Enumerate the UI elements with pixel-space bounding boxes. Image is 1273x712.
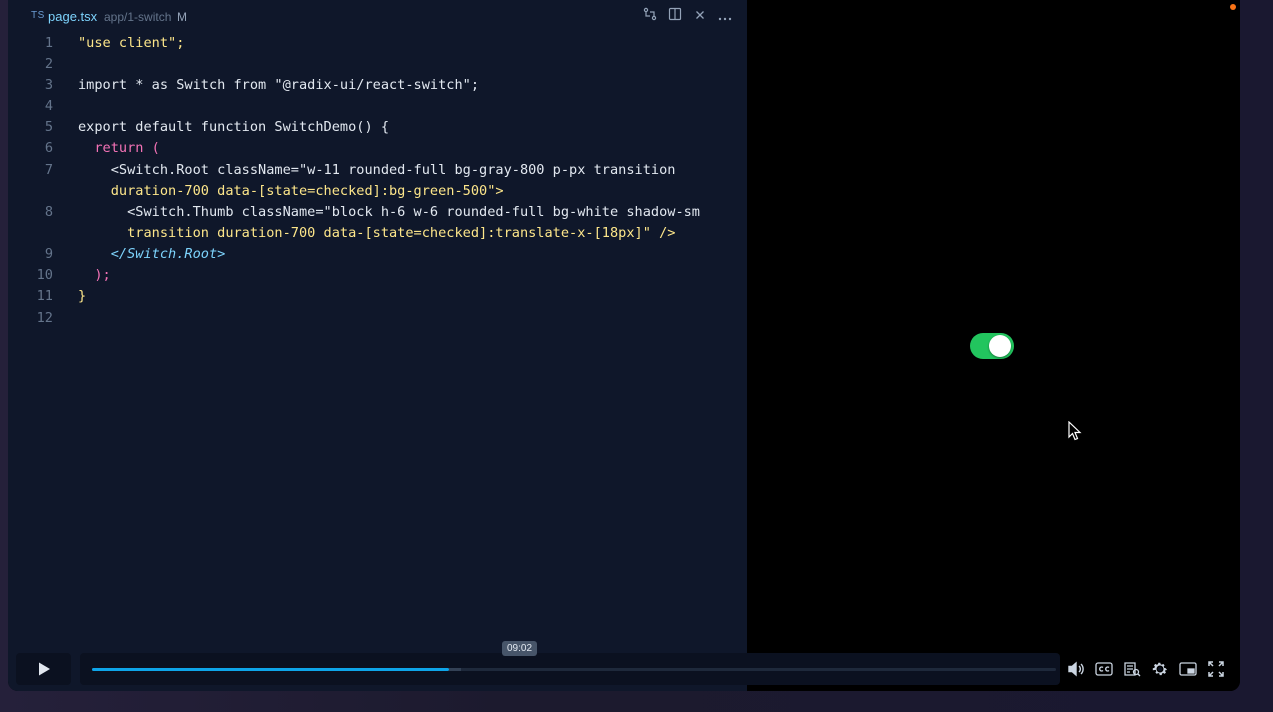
- tab-file-name[interactable]: page.tsx: [48, 9, 97, 24]
- code-line[interactable]: duration-700 data-[state=checked]:bg-gre…: [78, 183, 504, 199]
- notification-dot: [1230, 4, 1236, 10]
- line-number: 6: [44, 140, 53, 156]
- editor-tab-bar: TS page.tsx app/1-switch M: [8, 0, 747, 32]
- split-editor-icon[interactable]: [666, 7, 684, 25]
- code-editor: TS page.tsx app/1-switch M 1 2 3 4 5 6 7…: [8, 0, 747, 691]
- code-line[interactable]: return (: [78, 140, 159, 156]
- switch-thumb: [989, 335, 1011, 357]
- pip-icon[interactable]: [1177, 658, 1199, 680]
- close-icon[interactable]: [691, 7, 709, 25]
- video-controls: 09:02: [8, 641, 1240, 690]
- settings-icon[interactable]: [1149, 658, 1171, 680]
- code-line[interactable]: }: [78, 288, 86, 304]
- volume-icon[interactable]: [1065, 658, 1087, 680]
- line-number: 11: [36, 288, 53, 304]
- line-number: 5: [44, 119, 53, 135]
- captions-icon[interactable]: [1093, 658, 1115, 680]
- play-button[interactable]: [16, 653, 71, 685]
- line-number: 4: [44, 98, 53, 114]
- video-frame: TS page.tsx app/1-switch M 1 2 3 4 5 6 7…: [8, 0, 1240, 691]
- line-number: 10: [36, 267, 53, 283]
- played-range: [92, 668, 449, 671]
- line-number: 12: [36, 310, 53, 326]
- code-line[interactable]: import * as Switch from "@radix-ui/react…: [78, 77, 479, 93]
- tab-file-path: app/1-switch: [104, 10, 172, 24]
- line-number: 9: [44, 246, 53, 262]
- progress-bar[interactable]: 09:02: [80, 641, 1060, 685]
- transcript-icon[interactable]: [1121, 658, 1143, 680]
- fullscreen-icon[interactable]: [1205, 658, 1227, 680]
- line-number: 2: [44, 56, 53, 72]
- buffered-range: [448, 668, 461, 671]
- more-actions-icon[interactable]: [716, 7, 734, 25]
- play-icon: [38, 662, 50, 676]
- demo-switch[interactable]: [970, 333, 1014, 359]
- code-line[interactable]: <Switch.Root className="w-11 rounded-ful…: [78, 162, 676, 178]
- mouse-cursor-icon: [1068, 420, 1082, 446]
- compare-changes-icon[interactable]: [641, 7, 659, 25]
- modified-indicator: M: [177, 10, 187, 24]
- line-number: 1: [44, 35, 53, 51]
- time-tooltip: 09:02: [502, 641, 538, 656]
- code-line[interactable]: );: [78, 267, 110, 283]
- line-number: 3: [44, 77, 53, 93]
- code-line[interactable]: export default function SwitchDemo() {: [78, 119, 389, 135]
- code-line[interactable]: "use client";: [78, 35, 184, 51]
- code-line[interactable]: </Switch.Root>: [78, 246, 226, 262]
- line-number: 7: [44, 162, 53, 178]
- progress-track[interactable]: [92, 668, 1056, 671]
- code-line[interactable]: <Switch.Thumb className="block h-6 w-6 r…: [78, 204, 700, 220]
- code-line[interactable]: transition duration-700 data-[state=chec…: [78, 225, 675, 241]
- line-number: 8: [44, 204, 53, 220]
- typescript-icon: TS: [31, 10, 45, 21]
